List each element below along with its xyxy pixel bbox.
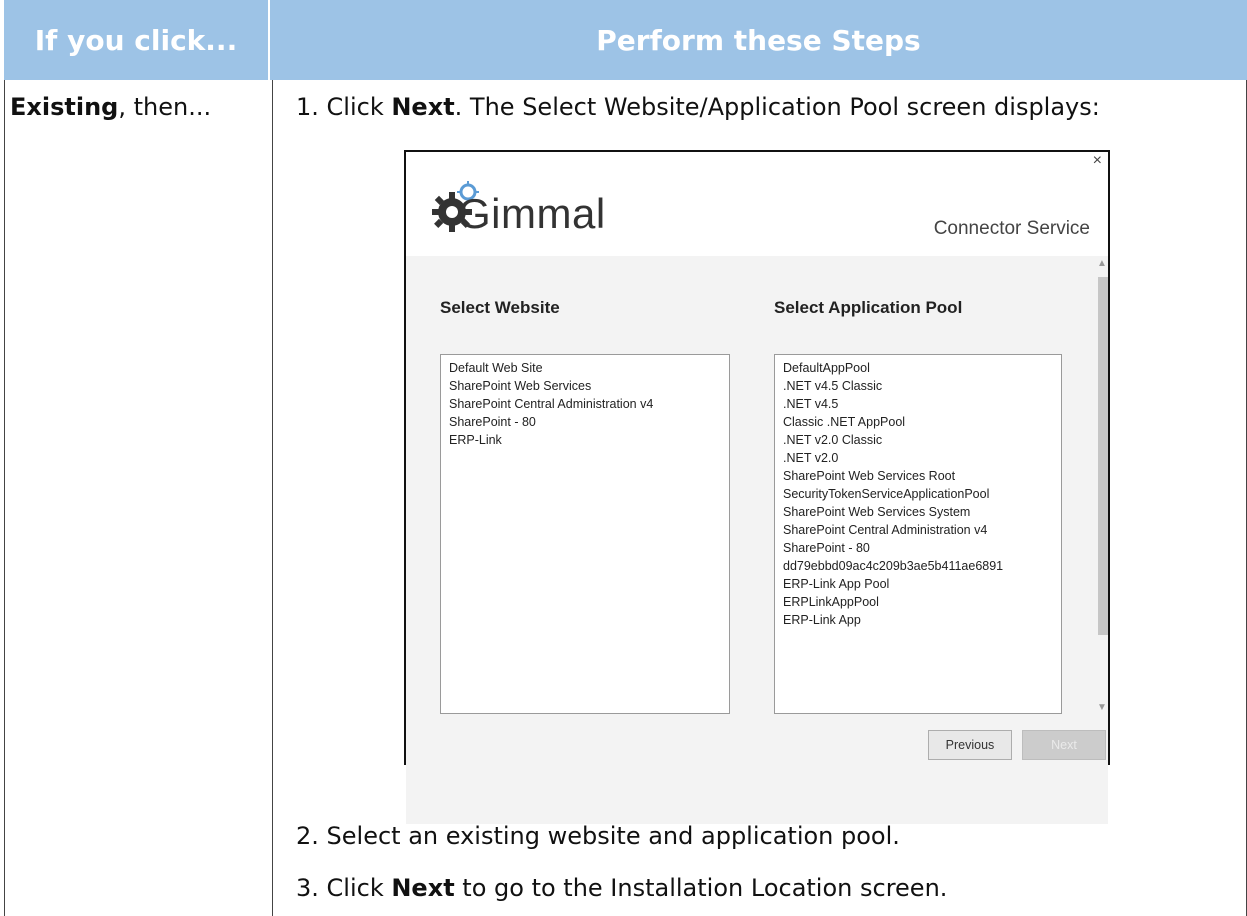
list-item[interactable]: .NET v2.0 Classic <box>775 431 1061 449</box>
step-1-prefix: 1. Click <box>296 93 392 121</box>
scroll-down-icon[interactable]: ▼ <box>1097 702 1107 713</box>
header-if-you-click: If you click... <box>34 23 238 57</box>
list-item[interactable]: SharePoint Web Services Root <box>775 467 1061 485</box>
list-item[interactable]: SharePoint Central Administration v4 <box>775 521 1061 539</box>
step-1-rest: . The Select Website/Application Pool sc… <box>454 93 1100 121</box>
list-item[interactable]: SharePoint Web Services System <box>775 503 1061 521</box>
step-1-text: 1. Click Next. The Select Website/Applic… <box>296 91 1100 123</box>
select-apppool-title: Select Application Pool <box>774 298 963 317</box>
step-1-bold: Next <box>391 93 455 121</box>
list-item[interactable]: .NET v2.0 <box>775 449 1061 467</box>
condition-bold: Existing <box>10 93 119 121</box>
logo-text: Gimmal <box>458 190 606 237</box>
dialog-subtitle: Connector Service <box>933 218 1090 239</box>
list-item[interactable]: ERP-Link App Pool <box>775 575 1061 593</box>
list-item[interactable]: ERPLinkAppPool <box>775 593 1061 611</box>
list-item[interactable]: SecurityTokenServiceApplicationPool <box>775 485 1061 503</box>
list-item[interactable]: ERP-Link <box>441 431 729 449</box>
step-3-bold: Next <box>391 874 455 902</box>
list-item[interactable]: SharePoint - 80 <box>441 413 729 431</box>
condition-rest: , then... <box>118 93 212 121</box>
apppool-listbox[interactable]: DefaultAppPool .NET v4.5 Classic .NET v4… <box>774 354 1062 714</box>
website-listbox[interactable]: Default Web Site SharePoint Web Services… <box>440 354 730 714</box>
select-website-dialog: × Gimmal Connector Service Select Websit… <box>404 150 1110 824</box>
list-item[interactable]: .NET v4.5 Classic <box>775 377 1061 395</box>
header-perform-steps: Perform these Steps <box>596 23 921 57</box>
table-column-divider <box>272 80 273 916</box>
close-icon[interactable]: × <box>1093 152 1102 170</box>
step-3-prefix: 3. Click <box>296 874 392 902</box>
next-button[interactable]: Next <box>1022 730 1106 760</box>
scroll-up-icon[interactable]: ▲ <box>1097 258 1107 269</box>
list-item[interactable]: .NET v4.5 <box>775 395 1061 413</box>
list-item[interactable]: SharePoint Central Administration v4 <box>441 395 729 413</box>
condition-cell: Existing, then... <box>10 91 211 123</box>
list-item[interactable]: SharePoint - 80 <box>775 539 1061 557</box>
list-item[interactable]: SharePoint Web Services <box>441 377 729 395</box>
table-left-border <box>4 80 5 916</box>
table-header: If you click... Perform these Steps <box>4 0 1247 80</box>
step-3-text: 3. Click Next to go to the Installation … <box>296 872 947 904</box>
previous-button[interactable]: Previous <box>928 730 1012 760</box>
list-item[interactable]: Classic .NET AppPool <box>775 413 1061 431</box>
list-item[interactable]: dd79ebbd09ac4c209b3ae5b411ae6891 <box>775 557 1061 575</box>
select-website-title: Select Website <box>440 298 560 317</box>
list-item[interactable]: ERP-Link App <box>775 611 1061 629</box>
list-item[interactable]: Default Web Site <box>441 359 729 377</box>
scrollbar-thumb[interactable] <box>1098 277 1108 635</box>
step-3-rest: to go to the Installation Location scree… <box>454 874 948 902</box>
step-2-text: 2. Select an existing website and applic… <box>296 822 900 850</box>
list-item[interactable]: DefaultAppPool <box>775 359 1061 377</box>
